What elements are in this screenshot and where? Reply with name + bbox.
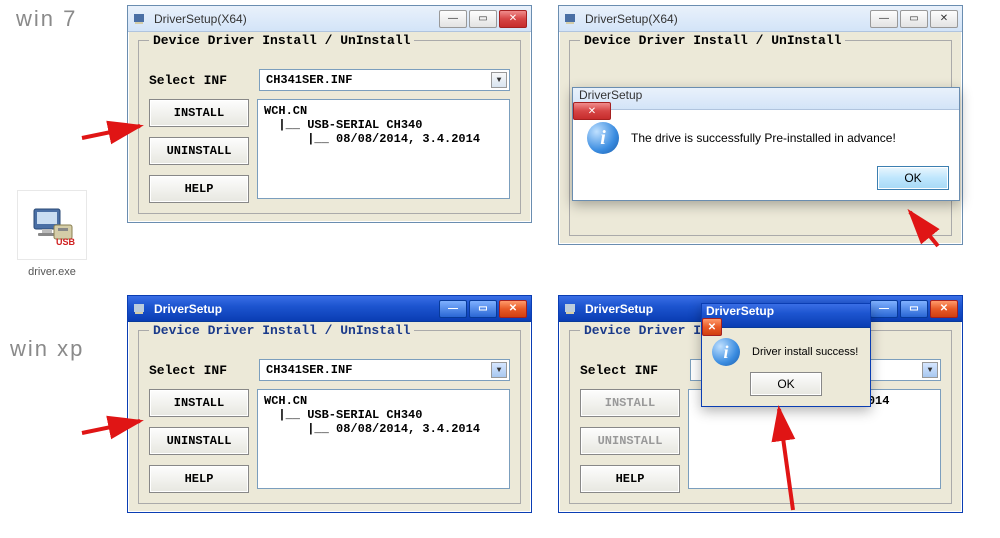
inf-combobox[interactable]: CH341SER.INF ▼ xyxy=(259,359,510,381)
dialog-message: The drive is successfully Pre-installed … xyxy=(631,131,896,145)
install-success-dialog: DriverSetup ✕ i Driver install success! … xyxy=(701,303,871,407)
group-legend: Device Driver Install / UnInstall xyxy=(580,33,845,48)
titlebar[interactable]: DriverSetup(X64) — ▭ ✕ xyxy=(128,6,531,32)
window-title: DriverSetup(X64) xyxy=(154,12,439,26)
winxp-label: win xp xyxy=(10,336,84,362)
driversetup-xp-window: DriverSetup — ▭ ✕ Device Driver Install … xyxy=(127,295,532,513)
group-legend: Device Driver Install / UnInstall xyxy=(149,323,414,338)
uninstall-button[interactable]: UNINSTALL xyxy=(149,427,249,455)
dialog-title: DriverSetup xyxy=(573,88,642,102)
close-button[interactable]: ✕ xyxy=(930,300,958,318)
help-button[interactable]: HELP xyxy=(149,175,249,203)
driver-info-box: WCH.CN |__ USB-SERIAL CH340 |__ 08/08/20… xyxy=(257,99,510,199)
window-title: DriverSetup xyxy=(154,302,439,316)
window-title: DriverSetup(X64) xyxy=(585,12,870,26)
app-icon xyxy=(563,11,579,27)
minimize-button[interactable]: — xyxy=(439,10,467,28)
install-groupbox: Device Driver Install / UnInstall Select… xyxy=(138,330,521,504)
dialog-title: DriverSetup xyxy=(702,304,774,318)
driver-exe-icon[interactable]: USB driver.exe xyxy=(12,190,92,278)
driversetup-win7-window: DriverSetup(X64) — ▭ ✕ Device Driver Ins… xyxy=(127,5,532,223)
install-groupbox: Device Driver Install / UnInstall Select… xyxy=(138,40,521,214)
win7-label: win 7 xyxy=(16,6,77,32)
minimize-button[interactable]: — xyxy=(870,300,898,318)
help-button[interactable]: HELP xyxy=(149,465,249,493)
close-button[interactable]: ✕ xyxy=(499,10,527,28)
minimize-button[interactable]: — xyxy=(439,300,467,318)
svg-text:USB: USB xyxy=(56,237,76,247)
info-icon: i xyxy=(712,338,740,366)
inf-combobox[interactable]: CH341SER.INF ▼ xyxy=(259,69,510,91)
inf-value: CH341SER.INF xyxy=(266,363,352,377)
maximize-button[interactable]: ▭ xyxy=(469,300,497,318)
install-button[interactable]: INSTALL xyxy=(149,389,249,417)
dialog-message: Driver install success! xyxy=(752,346,858,358)
dialog-body: i The drive is successfully Pre-installe… xyxy=(573,110,959,166)
inf-value: CH341SER.INF xyxy=(266,73,352,87)
dropdown-icon[interactable]: ▼ xyxy=(922,362,938,378)
dialog-close-button[interactable]: ✕ xyxy=(702,318,722,336)
installer-icon: USB xyxy=(17,190,87,260)
help-button[interactable]: HELP xyxy=(580,465,680,493)
titlebar[interactable]: DriverSetup(X64) — ▭ ✕ xyxy=(559,6,962,32)
ok-button[interactable]: OK xyxy=(877,166,949,190)
dropdown-icon[interactable]: ▼ xyxy=(491,362,507,378)
install-button[interactable]: INSTALL xyxy=(149,99,249,127)
app-icon xyxy=(132,11,148,27)
driver-exe-filename: driver.exe xyxy=(12,266,92,278)
dialog-close-button[interactable]: ✕ xyxy=(573,102,611,120)
titlebar[interactable]: DriverSetup — ▭ ✕ xyxy=(128,296,531,322)
ok-button[interactable]: OK xyxy=(750,372,822,396)
preinstall-success-dialog: DriverSetup ✕ i The drive is successfull… xyxy=(572,87,960,201)
dialog-titlebar[interactable]: DriverSetup ✕ xyxy=(573,88,959,110)
maximize-button[interactable]: ▭ xyxy=(900,10,928,28)
install-button: INSTALL xyxy=(580,389,680,417)
app-icon xyxy=(132,301,148,317)
dropdown-icon[interactable]: ▼ xyxy=(491,72,507,88)
close-button[interactable]: ✕ xyxy=(930,10,958,28)
group-legend: Device Driver Install / UnInstall xyxy=(149,33,414,48)
info-icon: i xyxy=(587,122,619,154)
uninstall-button: UNINSTALL xyxy=(580,427,680,455)
dialog-body: i Driver install success! xyxy=(702,328,870,372)
uninstall-button[interactable]: UNINSTALL xyxy=(149,137,249,165)
dialog-titlebar[interactable]: DriverSetup ✕ xyxy=(702,304,870,328)
driver-info-box: WCH.CN |__ USB-SERIAL CH340 |__ 08/08/20… xyxy=(257,389,510,489)
app-icon xyxy=(563,301,579,317)
maximize-button[interactable]: ▭ xyxy=(900,300,928,318)
maximize-button[interactable]: ▭ xyxy=(469,10,497,28)
close-button[interactable]: ✕ xyxy=(499,300,527,318)
select-inf-label: Select INF xyxy=(580,363,690,378)
minimize-button[interactable]: — xyxy=(870,10,898,28)
select-inf-label: Select INF xyxy=(149,73,259,88)
group-legend-cut: Device Driver I xyxy=(580,323,705,338)
select-inf-label: Select INF xyxy=(149,363,259,378)
